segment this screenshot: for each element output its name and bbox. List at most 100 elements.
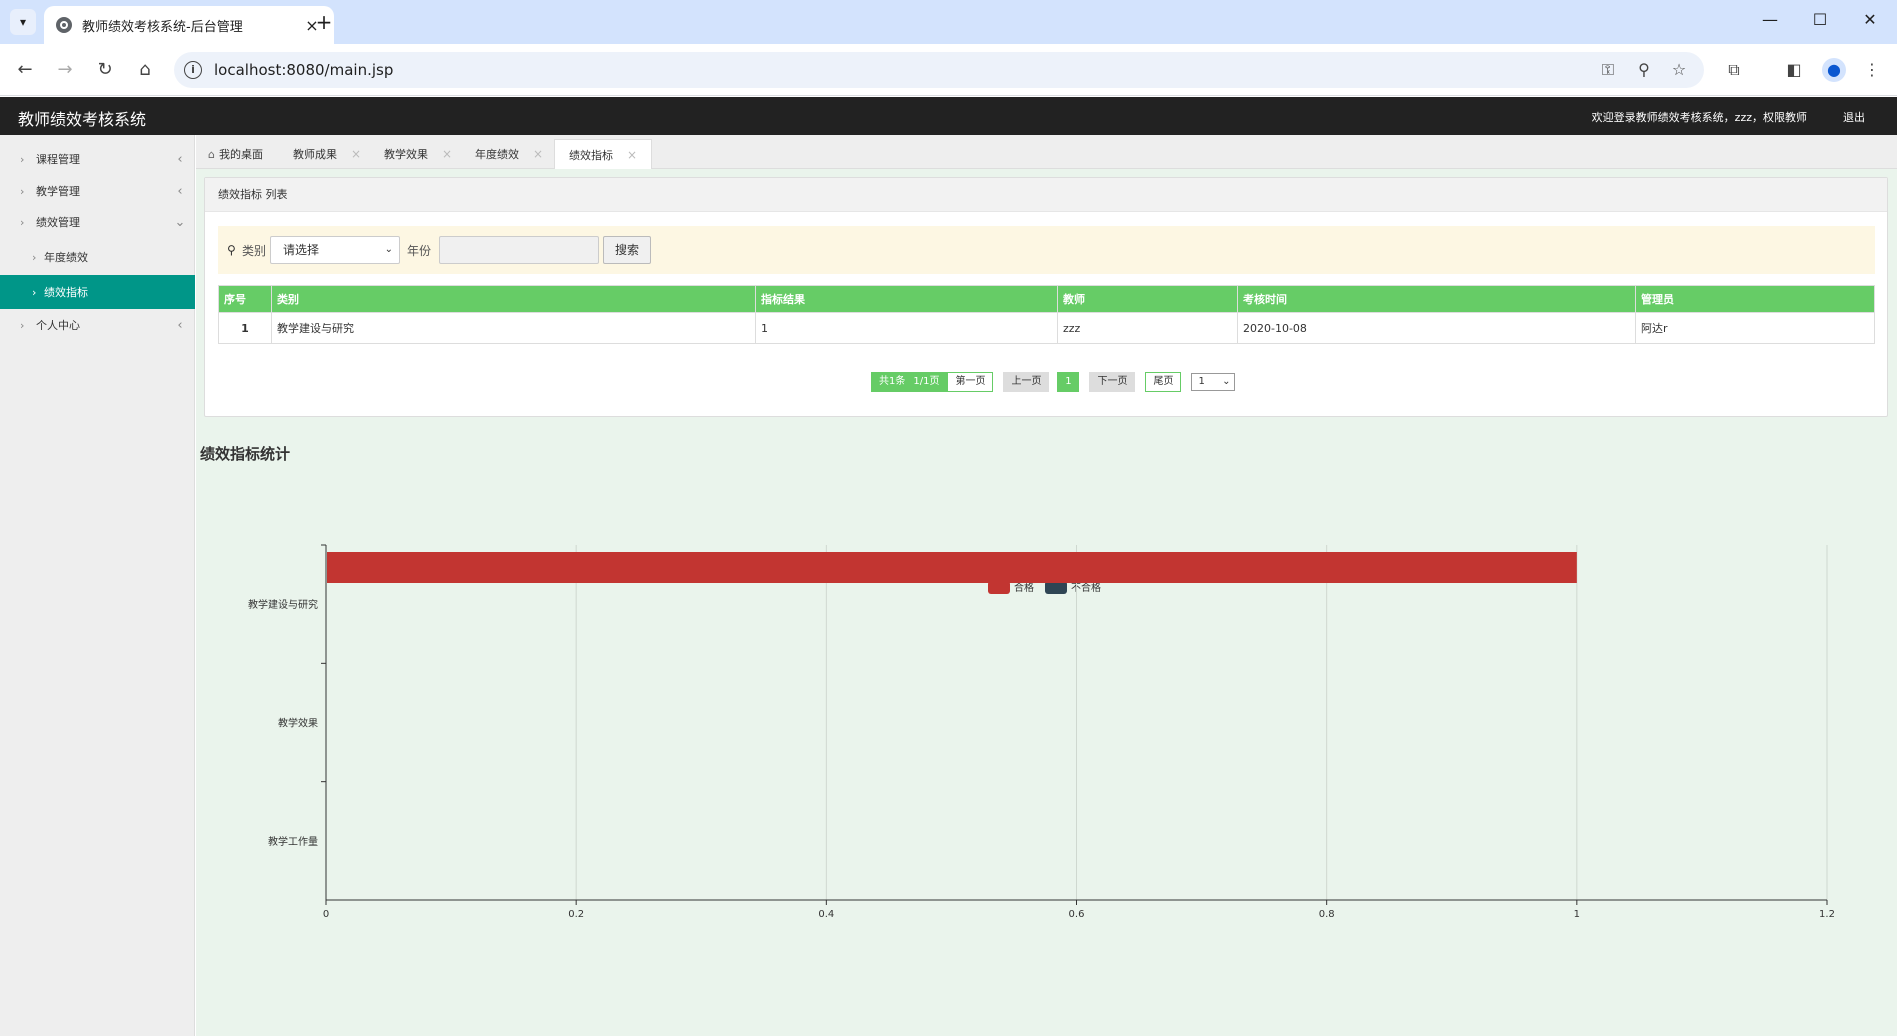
- y-tick-label: 教学工作量: [268, 835, 318, 848]
- sidebar-item-annual[interactable]: › 年度绩效: [0, 240, 195, 274]
- x-tick-label: 1: [1574, 909, 1580, 920]
- sidebar-item-teaching[interactable]: › 教学管理 ‹: [0, 174, 195, 208]
- chevron-left-icon: ‹: [177, 317, 183, 333]
- x-tick-label: 1.2: [1819, 909, 1835, 920]
- year-input[interactable]: [439, 236, 599, 264]
- main-content: ⌂ 我的桌面 教师成果 × 教学效果 × 年度绩效 × 绩效指标 × 绩效指标 …: [196, 135, 1897, 1036]
- category-select[interactable]: 请选择 ⌄: [270, 236, 400, 264]
- site-info-icon[interactable]: i: [184, 61, 202, 79]
- house-icon: ⌂: [208, 147, 215, 161]
- app-title: 教师绩效考核系统: [18, 110, 147, 129]
- tab-label: 绩效指标: [569, 148, 613, 162]
- tab-teaching-effect[interactable]: 教学效果 ×: [384, 139, 452, 169]
- x-tick-label: 0.2: [568, 909, 584, 920]
- sidebar-item-label: 绩效指标: [44, 286, 88, 299]
- page-select[interactable]: 1 ⌄: [1191, 373, 1236, 391]
- reload-icon[interactable]: ↻: [92, 57, 118, 83]
- chevron-right-icon: ›: [20, 152, 25, 166]
- table-header-row: 序号 类别 指标结果 教师 考核时间 管理员: [218, 285, 1875, 313]
- pager-total: 共1条: [871, 372, 914, 392]
- x-tick-label: 0: [323, 909, 329, 920]
- new-tab-button[interactable]: +: [312, 10, 336, 34]
- sidebar-item-profile[interactable]: › 个人中心 ‹: [0, 308, 195, 342]
- column-header: 类别: [271, 285, 756, 313]
- browser-toolbar: ← → ↻ ⌂ i localhost:8080/main.jsp ⚿ ⚲ ☆ …: [0, 44, 1897, 96]
- bookmark-star-icon[interactable]: ☆: [1668, 60, 1690, 79]
- zoom-icon[interactable]: ⚲: [1633, 60, 1655, 79]
- sidebar-item-performance[interactable]: › 绩效管理 ⌄: [0, 205, 195, 239]
- close-icon[interactable]: ×: [351, 147, 361, 161]
- address-bar[interactable]: i localhost:8080/main.jsp ⚿ ⚲ ☆: [174, 52, 1704, 88]
- sidebar-item-label: 年度绩效: [44, 251, 88, 264]
- sidebar-item-label: 绩效管理: [36, 216, 80, 229]
- indicator-chart: 合格 不合格0 0.2 0.4 0.6 0.8 1 1.2教学建设与研究教学效果教学工作量: [248, 544, 1835, 920]
- chevron-down-icon: ⌄: [174, 214, 186, 230]
- sidebar-item-course[interactable]: › 课程管理 ‹: [0, 142, 195, 176]
- close-icon[interactable]: ×: [442, 147, 452, 161]
- maximize-icon[interactable]: ☐: [1805, 10, 1835, 29]
- column-header: 考核时间: [1237, 285, 1636, 313]
- tab-annual-performance[interactable]: 年度绩效 ×: [475, 139, 543, 169]
- back-icon[interactable]: ←: [12, 57, 38, 83]
- logout-link[interactable]: 退出: [1843, 109, 1865, 125]
- column-header: 序号: [218, 285, 272, 313]
- x-tick-label: 0.8: [1319, 909, 1335, 920]
- minimize-icon[interactable]: —: [1755, 10, 1785, 29]
- side-panel-icon[interactable]: ◧: [1782, 58, 1806, 82]
- home-icon[interactable]: ⌂: [132, 57, 158, 83]
- search-icon: ⚲: [227, 243, 236, 257]
- tab-label: 教学效果: [384, 148, 428, 161]
- forward-icon[interactable]: →: [52, 57, 78, 83]
- year-label: 年份: [407, 244, 432, 258]
- next-page-button[interactable]: 下一页: [1089, 372, 1136, 392]
- column-header: 教师: [1057, 285, 1238, 313]
- current-page-button[interactable]: 1: [1057, 372, 1080, 392]
- browser-tab[interactable]: 教师绩效考核系统-后台管理 ×: [44, 6, 334, 44]
- close-icon[interactable]: ×: [533, 147, 543, 161]
- chevron-right-icon: ›: [20, 318, 25, 332]
- table-row[interactable]: 1 教学建设与研究 1 zzz 2020-10-08 阿达r: [218, 312, 1875, 344]
- chevron-down-icon: ⌄: [1222, 376, 1231, 387]
- profile-avatar[interactable]: ●: [1822, 58, 1846, 82]
- panel-title: 绩效指标 列表: [205, 178, 1887, 212]
- search-button[interactable]: 搜索: [603, 236, 651, 264]
- chevron-left-icon: ‹: [177, 151, 183, 167]
- category-label: 类别: [242, 244, 267, 258]
- table-cell: 1: [755, 312, 1058, 344]
- column-header: 管理员: [1635, 285, 1875, 313]
- prev-page-button[interactable]: 上一页: [1003, 372, 1050, 392]
- tab-desktop[interactable]: ⌂ 我的桌面: [208, 139, 263, 169]
- chevron-right-icon: ›: [20, 184, 25, 198]
- extensions-icon[interactable]: ⧉: [1722, 58, 1746, 82]
- table-cell: 1: [218, 312, 272, 344]
- key-icon[interactable]: ⚿: [1597, 60, 1619, 80]
- tab-search-button[interactable]: ▾: [10, 9, 36, 35]
- tab-label: 教师成果: [293, 148, 337, 161]
- browser-tab-title: 教师绩效考核系统-后台管理: [82, 19, 243, 35]
- chevron-right-icon: ›: [20, 215, 25, 229]
- welcome-text: 欢迎登录教师绩效考核系统，zzz，权限教师: [1591, 111, 1807, 124]
- sidebar-item-indicators[interactable]: › 绩效指标: [0, 275, 195, 309]
- x-tick-label: 0.6: [1069, 909, 1085, 920]
- last-page-button[interactable]: 尾页: [1145, 372, 1182, 392]
- url-text[interactable]: localhost:8080/main.jsp: [214, 61, 393, 79]
- column-header: 指标结果: [755, 285, 1058, 313]
- sidebar-item-label: 教学管理: [36, 185, 80, 198]
- window-close-icon[interactable]: ✕: [1855, 10, 1885, 29]
- close-icon[interactable]: ×: [627, 148, 637, 162]
- first-page-button[interactable]: 第一页: [947, 372, 994, 392]
- chevron-left-icon: ‹: [177, 183, 183, 199]
- x-tick-label: 0.4: [818, 909, 834, 920]
- tab-teacher-results[interactable]: 教师成果 ×: [293, 139, 361, 169]
- tab-indicators[interactable]: 绩效指标 ×: [554, 139, 653, 169]
- browser-tabstrip: ▾ 教师绩效考核系统-后台管理 × + — ☐ ✕: [0, 0, 1897, 44]
- category-select-value: 请选择: [283, 243, 320, 257]
- app-header: 教师绩效考核系统 欢迎登录教师绩效考核系统，zzz，权限教师 退出: [0, 97, 1897, 135]
- chevron-right-icon: ›: [32, 250, 37, 264]
- chevron-down-icon: ⌄: [384, 244, 393, 255]
- sidebar-item-label: 课程管理: [36, 153, 80, 166]
- indicator-table: 序号 类别 指标结果 教师 考核时间 管理员 1 教学建设与研究 1 zzz 2…: [218, 285, 1875, 344]
- browser-menu-icon[interactable]: ⋮: [1860, 58, 1884, 82]
- sidebar: › 课程管理 ‹ › 教学管理 ‹ › 绩效管理 ⌄ › 年度绩效 › 绩效指标…: [0, 135, 195, 1036]
- table-cell: 教学建设与研究: [271, 312, 756, 344]
